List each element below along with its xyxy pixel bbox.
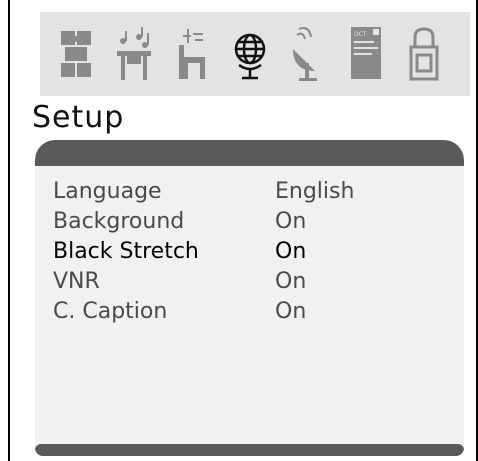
panel-footer-bar [35,444,464,456]
settings-panel: Language English Background On Black Str… [35,140,464,456]
dct-label: DCT [354,31,367,38]
settings-list: Language English Background On Black Str… [53,176,453,326]
setting-label: Background [53,208,185,234]
setting-value: On [275,268,307,294]
setting-row-vnr[interactable]: VNR On [53,266,453,296]
setting-row-c-caption[interactable]: C. Caption On [53,296,453,326]
lock-icon[interactable] [400,20,448,88]
music-table-icon[interactable] [110,20,158,88]
setting-value: On [275,298,307,324]
dct-card-icon[interactable]: DCT [342,20,390,88]
globe-icon[interactable] [226,20,274,88]
setting-row-background[interactable]: Background On [53,206,453,236]
setting-value: On [275,238,307,264]
setting-label: C. Caption [53,298,168,324]
page-title: Setup [32,100,125,135]
satellite-dish-icon[interactable] [284,20,332,88]
chair-icon[interactable] [168,20,216,88]
setting-row-language[interactable]: Language English [53,176,453,206]
setting-value: English [275,178,355,204]
setting-row-black-stretch[interactable]: Black Stretch On [53,236,453,266]
setting-label: Black Stretch [53,238,199,264]
setting-label: VNR [53,268,100,294]
puzzle-icon[interactable] [52,20,100,88]
setting-label: Language [53,178,162,204]
panel-header-bar [35,140,464,166]
setting-value: On [275,208,307,234]
icon-toolbar: DCT [40,12,470,96]
